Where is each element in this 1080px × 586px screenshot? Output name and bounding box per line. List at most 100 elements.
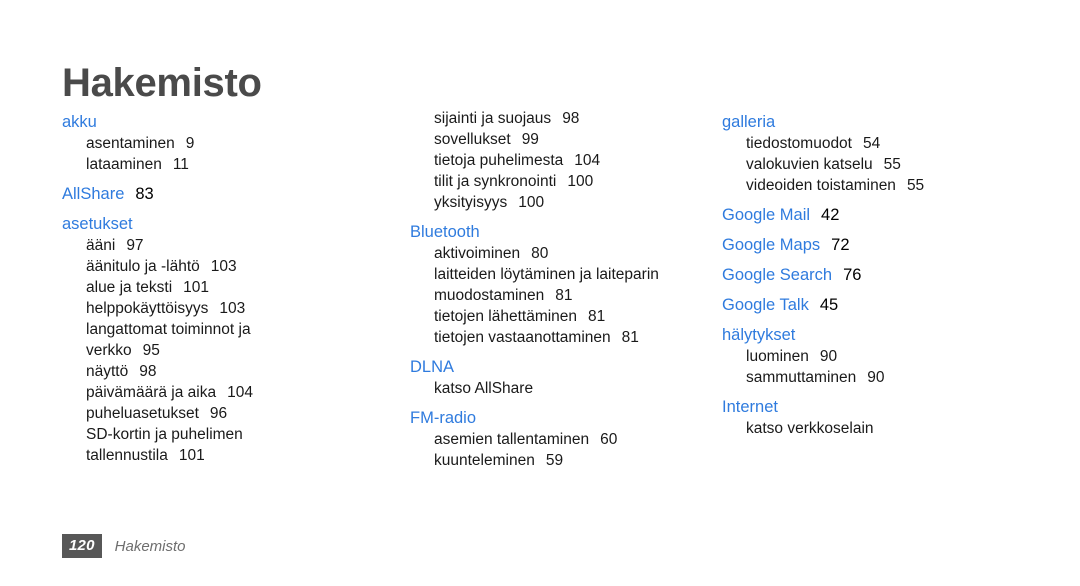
index-entry[interactable]: puheluasetukset 96 — [86, 403, 362, 424]
index-entry-label: päivämäärä ja aika — [86, 384, 217, 401]
index-entry[interactable]: sammuttaminen 90 — [746, 367, 1032, 388]
index-entry[interactable]: katso AllShare — [434, 378, 710, 399]
index-entry-page-number: 103 — [219, 300, 246, 317]
index-entry[interactable]: alue ja teksti 101 — [86, 277, 362, 298]
index-heading-label: akku — [62, 113, 97, 131]
index-heading[interactable]: galleria — [722, 112, 1032, 133]
index-heading[interactable]: Google Maps 72 — [722, 235, 1032, 256]
index-entry-label: asemien tallentaminen — [434, 431, 590, 448]
index-entry[interactable]: langattomat toiminnot ja — [86, 319, 362, 340]
index-entry[interactable]: tietojen lähettäminen 81 — [434, 306, 710, 327]
index-group: Internet katso verkkoselain — [722, 397, 1032, 439]
index-subentries: aktivoiminen 80 laitteiden löytäminen ja l… — [410, 243, 710, 348]
index-entry-page-number: 103 — [210, 258, 237, 275]
folio-section-label: Hakemisto — [114, 537, 186, 555]
index-entry[interactable]: asentaminen 9 — [86, 133, 362, 154]
index-heading[interactable]: DLNA — [410, 357, 710, 378]
index-entry-page-number: 80 — [531, 245, 549, 262]
index-entry[interactable]: kuunteleminen 59 — [434, 450, 710, 471]
index-group: Google Mail 42 — [722, 205, 1032, 226]
index-entry-label: tietojen vastaanottaminen — [434, 329, 611, 346]
index-page: Hakemisto akku asentaminen 9 lataaminen 11 Al… — [0, 0, 1080, 586]
index-entry-label: katso AllShare — [434, 380, 534, 397]
index-entry-label: videoiden toistaminen — [746, 177, 896, 194]
index-entry-label: tilit ja synkronointi — [434, 173, 557, 190]
index-entry[interactable]: päivämäärä ja aika 104 — [86, 382, 362, 403]
index-heading[interactable]: hälytykset — [722, 325, 1032, 346]
index-entry-label: kuunteleminen — [434, 452, 535, 469]
index-group: hälytykset luominen 90 sammuttaminen 90 — [722, 325, 1032, 388]
index-entry-label: valokuvien katselu — [746, 156, 873, 173]
index-entry-page-number: 96 — [209, 405, 228, 422]
index-group: Google Search 76 — [722, 265, 1032, 286]
index-entry[interactable]: äänitulo ja -lähtö 103 — [86, 256, 362, 277]
index-entry-page-number: 9 — [185, 135, 195, 152]
index-entry[interactable]: tietojen vastaanottaminen 81 — [434, 327, 710, 348]
index-entry[interactable]: sijainti ja suojaus 98 — [434, 108, 710, 129]
index-entry[interactable]: ääni 97 — [86, 235, 362, 256]
index-entry-page-number: 97 — [126, 237, 144, 254]
index-heading[interactable]: asetukset — [62, 214, 362, 235]
index-heading-page-number: 83 — [135, 185, 154, 203]
index-subentries: katso AllShare — [410, 378, 710, 399]
index-heading[interactable]: Google Search 76 — [722, 265, 1032, 286]
index-heading[interactable]: akku — [62, 112, 362, 133]
index-group: asetukset ääni 97 äänitulo ja -lähtö 103 alue… — [62, 214, 362, 466]
index-entry-label: tietojen lähettäminen — [434, 308, 578, 325]
index-entry[interactable]: tilit ja synkronointi 100 — [434, 171, 710, 192]
index-entry[interactable]: valokuvien katselu 55 — [746, 154, 1032, 175]
page-title: Hakemisto — [62, 60, 262, 105]
index-entry[interactable]: lataaminen 11 — [86, 154, 362, 175]
index-heading-label: asetukset — [62, 215, 133, 233]
index-entry[interactable]: tiedostomuodot 54 — [746, 133, 1032, 154]
index-entry[interactable]: laitteiden löytäminen ja laiteparin — [434, 264, 710, 285]
index-heading[interactable]: Bluetooth — [410, 222, 710, 243]
index-entry[interactable]: katso verkkoselain — [746, 418, 1032, 439]
index-entry[interactable]: tietoja puhelimesta 104 — [434, 150, 710, 171]
index-heading[interactable]: Internet — [722, 397, 1032, 418]
index-entry-label: yksityisyys — [434, 194, 508, 211]
index-entry[interactable]: videoiden toistaminen 55 — [746, 175, 1032, 196]
index-heading-label: Google Mail — [722, 206, 811, 224]
index-entry[interactable]: aktivoiminen 80 — [434, 243, 710, 264]
index-group: akku asentaminen 9 lataaminen 11 — [62, 112, 362, 175]
index-entry-label: äänitulo ja -lähtö — [86, 258, 200, 275]
index-subentries: asentaminen 9 lataaminen 11 — [62, 133, 362, 175]
index-entry-label: laitteiden löytäminen ja laiteparin — [434, 266, 659, 283]
index-entry[interactable]: verkko 95 — [86, 340, 362, 361]
index-entry-label: muodostaminen — [434, 287, 545, 304]
index-entry-label: tietoja puhelimesta — [434, 152, 564, 169]
index-entry-page-number: 95 — [142, 342, 160, 359]
index-entry-label: tallennustila — [86, 447, 168, 464]
index-entry[interactable]: muodostaminen 81 — [434, 285, 710, 306]
index-entry[interactable]: sovellukset 99 — [434, 129, 710, 150]
index-entry[interactable]: yksityisyys 100 — [434, 192, 710, 213]
index-entry[interactable]: asemien tallentaminen 60 — [434, 429, 710, 450]
index-heading[interactable]: AllShare 83 — [62, 184, 362, 205]
index-entry[interactable]: helppokäyttöisyys 103 — [86, 298, 362, 319]
page-footer: 120 Hakemisto — [62, 534, 186, 558]
index-heading[interactable]: Google Talk 45 — [722, 295, 1032, 316]
index-heading-label: AllShare — [62, 185, 125, 203]
index-heading[interactable]: Google Mail 42 — [722, 205, 1032, 226]
index-group: galleria tiedostomuodot 54 valokuvien katse… — [722, 112, 1032, 196]
index-entry-label: sammuttaminen — [746, 369, 857, 386]
index-entry-page-number: 60 — [600, 431, 618, 448]
index-entry[interactable]: luominen 90 — [746, 346, 1032, 367]
index-entry-page-number: 55 — [906, 177, 925, 194]
index-entry-label: helppokäyttöisyys — [86, 300, 209, 317]
index-entry-page-number: 99 — [521, 131, 539, 148]
index-entry-page-number: 55 — [883, 156, 901, 173]
index-entry-label: alue ja teksti — [86, 279, 173, 296]
index-entry[interactable]: tallennustila 101 — [86, 445, 362, 466]
index-entry[interactable]: näyttö 98 — [86, 361, 362, 382]
index-entry-page-number: 100 — [518, 194, 545, 211]
index-entry-label: aktivoiminen — [434, 245, 521, 262]
index-entry-label: näyttö — [86, 363, 129, 380]
index-heading[interactable]: FM-radio — [410, 408, 710, 429]
index-group: Bluetooth aktivoiminen 80 laitteiden löytäm… — [410, 222, 710, 348]
index-entry[interactable]: SD-kortin ja puhelimen — [86, 424, 362, 445]
index-columns: akku asentaminen 9 lataaminen 11 AllShare 83 as… — [0, 110, 1080, 512]
index-entry-page-number: 104 — [574, 152, 601, 169]
index-entry-page-number: 100 — [567, 173, 594, 190]
